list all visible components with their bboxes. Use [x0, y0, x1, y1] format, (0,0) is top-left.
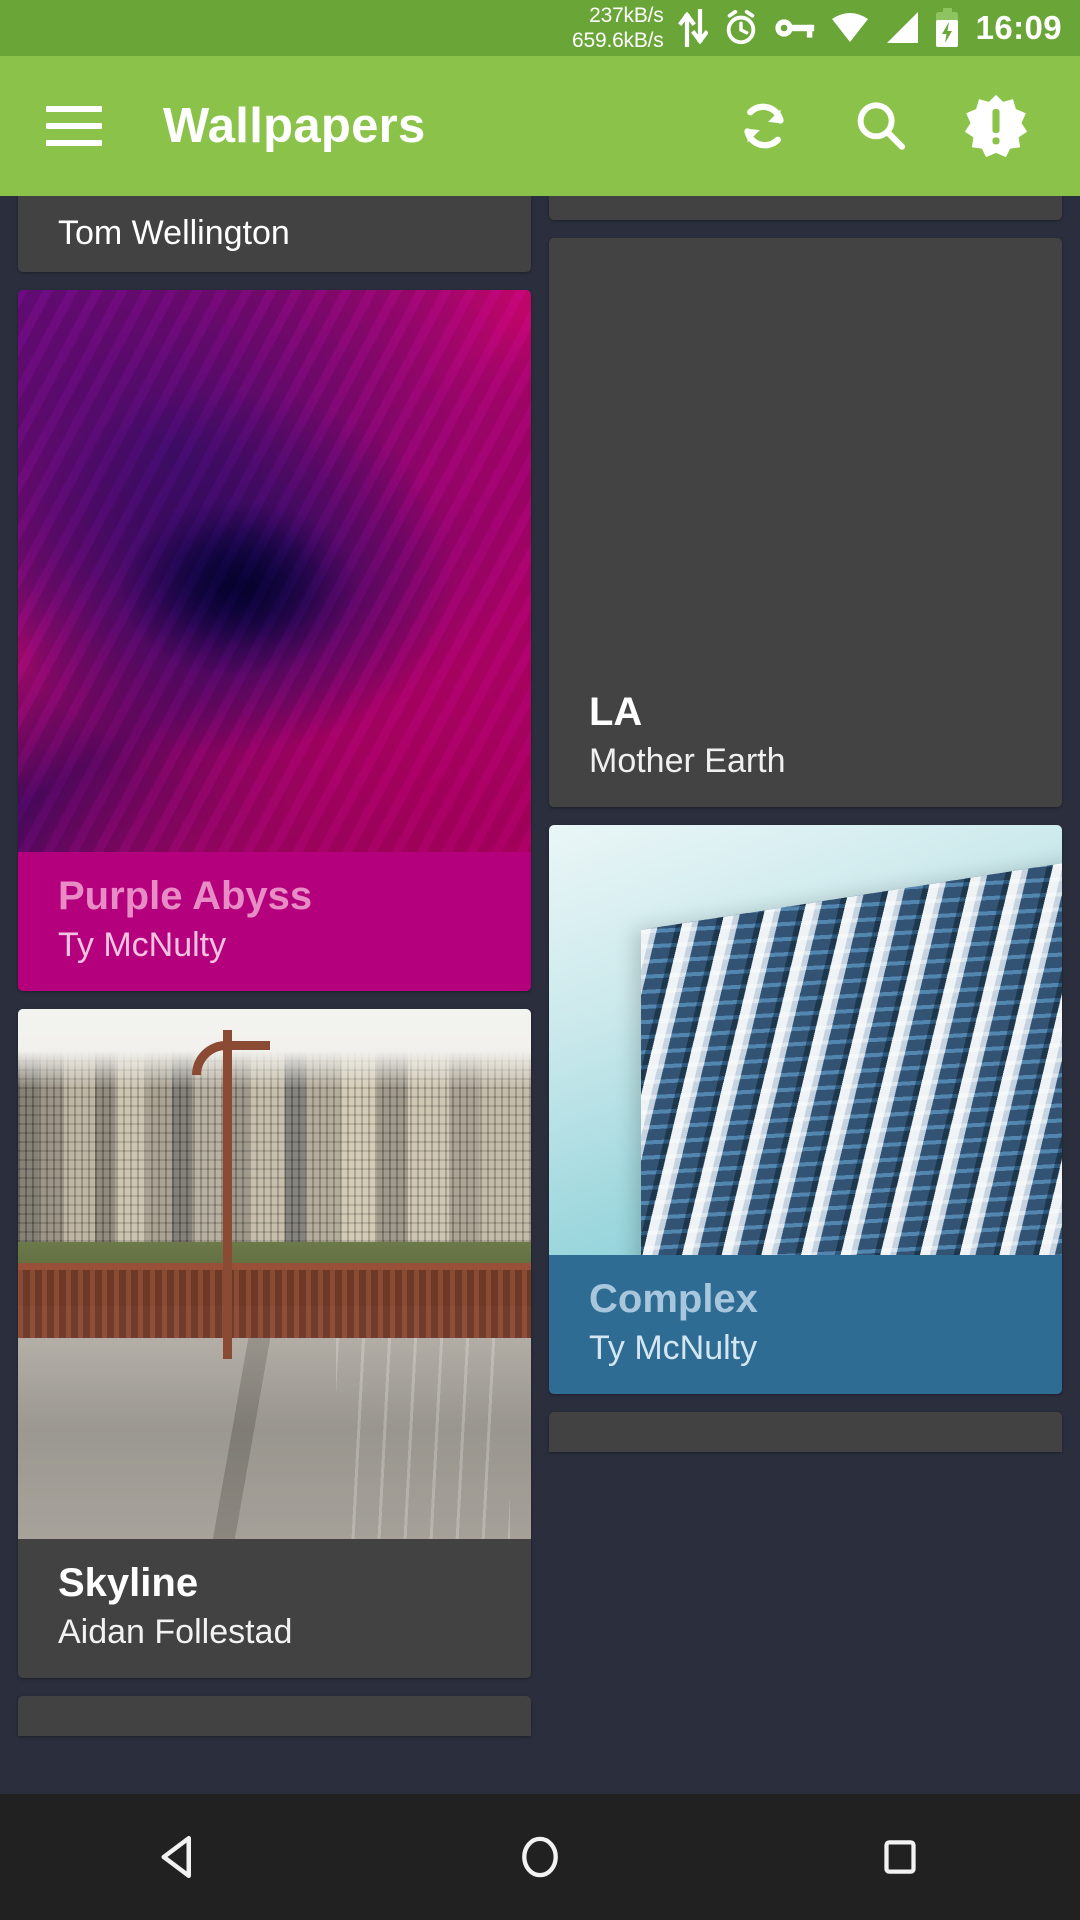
- status-bar: 237kB/s 659.6kB/s 16:09: [0, 0, 1080, 56]
- app-toolbar: Wallpapers: [0, 56, 1080, 196]
- wallpaper-card-partial-bottom-right[interactable]: [549, 1412, 1062, 1453]
- card-title: Complex: [589, 1277, 758, 1322]
- grid-column-right: LA Mother Earth Complex Ty McNulty: [549, 196, 1062, 1796]
- network-speed-down: 237kB/s: [589, 4, 664, 27]
- back-nav-icon[interactable]: [0, 1827, 360, 1887]
- wallpaper-card-partial-top-right[interactable]: [549, 196, 1062, 220]
- network-speed-indicator: 237kB/s 659.6kB/s: [572, 3, 664, 53]
- card-author: Ty McNulty: [589, 1329, 758, 1368]
- wallpaper-card-skyline[interactable]: Skyline Aidan Follestad: [18, 1009, 531, 1679]
- wallpaper-card-la[interactable]: LA Mother Earth: [549, 238, 1062, 808]
- home-nav-icon[interactable]: [360, 1828, 720, 1886]
- card-caption: Skyline Aidan Follestad: [18, 1539, 531, 1679]
- hamburger-menu-icon[interactable]: [46, 106, 102, 146]
- alarm-icon: [722, 9, 760, 47]
- wallpaper-card-purple-abyss[interactable]: Purple Abyss Ty McNulty: [18, 290, 531, 992]
- card-author: Aidan Follestad: [58, 1613, 293, 1652]
- card-image-skyline: [18, 1009, 531, 1540]
- search-icon[interactable]: [822, 68, 938, 184]
- card-author: Ty McNulty: [58, 926, 227, 964]
- card-title: LA: [589, 690, 643, 734]
- vpn-key-icon: [774, 14, 816, 42]
- card-image-complex: [549, 825, 1062, 1256]
- card-caption: Complex Ty McNulty: [549, 1255, 1062, 1395]
- refresh-icon[interactable]: [706, 68, 822, 184]
- grid-column-left: Tom Wellington Purple Abyss Ty McNulty S…: [18, 196, 531, 1796]
- network-speed-up: 659.6kB/s: [572, 29, 664, 52]
- cell-signal-icon: [884, 11, 920, 45]
- card-title: Purple Abyss: [58, 874, 313, 918]
- wifi-icon: [830, 11, 870, 45]
- system-navigation-bar: [0, 1794, 1080, 1920]
- wallpaper-grid: Tom Wellington Purple Abyss Ty McNulty S…: [0, 196, 1080, 1796]
- network-transfer-icon: [677, 9, 708, 47]
- card-title: Skyline: [58, 1561, 199, 1606]
- about-badge-icon[interactable]: [938, 68, 1054, 184]
- wallpaper-card-partial-top[interactable]: Tom Wellington: [18, 196, 531, 272]
- battery-charging-icon: [934, 8, 960, 48]
- status-bar-clock: 16:09: [975, 9, 1062, 46]
- card-caption: LA Mother Earth: [549, 668, 1062, 807]
- app-root: 237kB/s 659.6kB/s 16:09 Wallpapers Tom W…: [0, 0, 1080, 1920]
- wallpaper-card-complex[interactable]: Complex Ty McNulty: [549, 825, 1062, 1395]
- toolbar-actions: [706, 68, 1080, 184]
- wallpaper-card-partial-bottom-left[interactable]: [18, 1696, 531, 1737]
- card-author: Tom Wellington: [58, 214, 290, 253]
- page-title: Wallpapers: [163, 99, 426, 153]
- card-caption: Purple Abyss Ty McNulty: [18, 852, 531, 992]
- card-image-placeholder-la: [549, 238, 1062, 668]
- card-author: Mother Earth: [589, 742, 786, 780]
- card-image-purple-abyss: [18, 290, 531, 852]
- recents-nav-icon[interactable]: [720, 1830, 1080, 1884]
